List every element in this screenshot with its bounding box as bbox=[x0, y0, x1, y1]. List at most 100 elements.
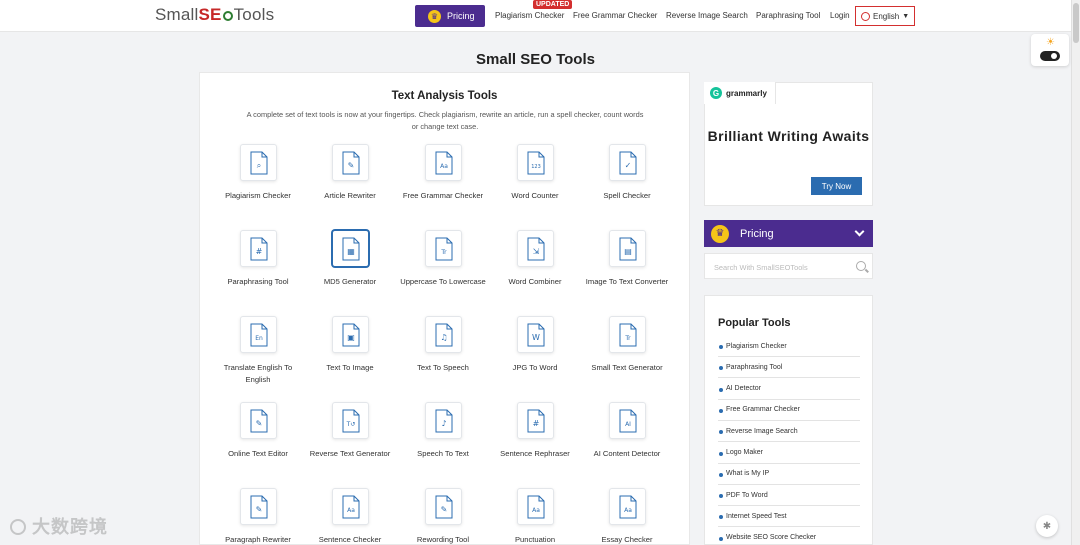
magnifier-icon bbox=[222, 11, 233, 21]
tool-label: AI Content Detector bbox=[593, 449, 661, 458]
pencil-doc-icon[interactable]: ✎ bbox=[331, 144, 369, 181]
grammarly-brand: grammarly bbox=[726, 89, 767, 98]
tool-speech-to-text[interactable]: ♪ Speech To Text bbox=[398, 402, 488, 460]
search-icon[interactable] bbox=[856, 261, 866, 271]
tt-doc-icon[interactable]: Tr bbox=[424, 230, 462, 267]
tool-free-grammar-checker[interactable]: Aa Free Grammar Checker bbox=[398, 144, 488, 202]
popular-tool-item[interactable]: PDF To Word bbox=[718, 485, 860, 507]
jpg-word-icon[interactable]: W bbox=[516, 316, 554, 353]
tool-sentence-checker[interactable]: Aa Sentence Checker bbox=[305, 488, 395, 545]
sun-icon: ☀ bbox=[1046, 37, 1055, 48]
popular-tool-item[interactable]: Website SEO Score Checker bbox=[718, 528, 860, 545]
popular-tool-item[interactable]: Reverse Image Search bbox=[718, 421, 860, 443]
text-image-icon[interactable]: ▣ bbox=[331, 316, 369, 353]
popular-tool-item[interactable]: Logo Maker bbox=[718, 443, 860, 464]
tool-small-text-generator[interactable]: Tr Small Text Generator bbox=[582, 316, 672, 374]
section-description: A complete set of text tools is now at y… bbox=[246, 110, 644, 131]
sidebar-search-input[interactable]: Search With SmallSEOTools bbox=[704, 253, 873, 279]
reverse-text-icon[interactable]: T↺ bbox=[331, 402, 369, 439]
tool-label: Text To Speech bbox=[417, 363, 469, 372]
nav-plagiarism-checker[interactable]: Plagiarism Checker bbox=[495, 11, 564, 20]
nav-free-grammar-checker[interactable]: Free Grammar Checker bbox=[573, 11, 657, 20]
image-text-icon[interactable]: ▤ bbox=[608, 230, 646, 267]
nav-login[interactable]: Login bbox=[830, 11, 850, 20]
tool-uppercase-to-lowercase[interactable]: Tr Uppercase To Lowercase bbox=[398, 230, 488, 288]
translate-icon[interactable]: En bbox=[239, 316, 277, 353]
aa-doc-icon[interactable]: Aa bbox=[331, 488, 369, 525]
popular-tool-item[interactable]: Free Grammar Checker bbox=[718, 400, 860, 421]
bug-report-icon[interactable]: ✱ bbox=[1036, 515, 1058, 537]
tool-translate-english-to-english[interactable]: En Translate English To English bbox=[213, 316, 303, 386]
popular-tool-item[interactable]: Paraphrasing Tool bbox=[718, 357, 860, 379]
popular-tool-item[interactable]: Internet Speed Test bbox=[718, 506, 860, 528]
svg-text:✎: ✎ bbox=[255, 419, 262, 428]
svg-text:✓: ✓ bbox=[624, 161, 631, 170]
tool-spell-checker[interactable]: ✓ Spell Checker bbox=[582, 144, 672, 202]
search-doc-icon[interactable]: ⌕ bbox=[239, 144, 277, 181]
try-now-button[interactable]: Try Now bbox=[811, 177, 862, 195]
qr-icon[interactable]: ▦ bbox=[331, 230, 369, 267]
tool-rewording-tool[interactable]: ✎ Rewording Tool bbox=[398, 488, 488, 545]
vertical-scrollbar[interactable] bbox=[1071, 0, 1080, 545]
editor-icon[interactable]: ✎ bbox=[239, 402, 277, 439]
small-tt-icon[interactable]: Tr bbox=[608, 316, 646, 353]
tool-word-combiner[interactable]: ⇲ Word Combiner bbox=[490, 230, 580, 288]
pricing-button[interactable]: ♛ Pricing bbox=[415, 5, 485, 27]
tool-text-to-image[interactable]: ▣ Text To Image bbox=[305, 316, 395, 374]
sidebar-pricing-dropdown[interactable]: ♛ Pricing bbox=[704, 220, 873, 247]
tool-label: JPG To Word bbox=[512, 363, 558, 372]
scrollbar-thumb[interactable] bbox=[1073, 3, 1079, 43]
tool-label: Small Text Generator bbox=[591, 363, 663, 372]
tool-image-to-text-converter[interactable]: ▤ Image To Text Converter bbox=[582, 230, 672, 288]
watermark-icon bbox=[10, 519, 26, 535]
tool-sentence-rephraser[interactable]: # Sentence Rephraser bbox=[490, 402, 580, 460]
svg-text:⇲: ⇲ bbox=[532, 247, 539, 256]
tool-word-counter[interactable]: 123 Word Counter bbox=[490, 144, 580, 202]
mic-doc-icon[interactable]: ♪ bbox=[424, 402, 462, 439]
check-doc-icon[interactable]: ✓ bbox=[608, 144, 646, 181]
site-logo[interactable]: SmallSE Tools bbox=[155, 5, 274, 25]
combine-icon[interactable]: ⇲ bbox=[516, 230, 554, 267]
tool-label: Reverse Text Generator bbox=[309, 449, 391, 458]
aa-doc-icon[interactable]: Aa bbox=[424, 144, 462, 181]
svg-text:Aa: Aa bbox=[440, 163, 448, 170]
tool-ai-content-detector[interactable]: AI AI Content Detector bbox=[582, 402, 672, 460]
tool-label: Paraphrasing Tool bbox=[227, 277, 289, 286]
svg-text:✎: ✎ bbox=[440, 505, 447, 514]
tool-label: Translate English To English bbox=[223, 363, 293, 384]
tool-reverse-text-generator[interactable]: T↺ Reverse Text Generator bbox=[305, 402, 395, 460]
tool-plagiarism-checker[interactable]: ⌕ Plagiarism Checker bbox=[213, 144, 303, 202]
popular-tool-item[interactable]: What is My IP bbox=[718, 464, 860, 485]
svg-text:✎: ✎ bbox=[347, 161, 354, 170]
svg-text:▤: ▤ bbox=[624, 247, 632, 256]
tool-label: Essay Checker bbox=[601, 535, 653, 544]
speaker-doc-icon[interactable]: ♫ bbox=[424, 316, 462, 353]
tool-paraphrasing-tool[interactable]: # Paraphrasing Tool bbox=[213, 230, 303, 288]
tool-article-rewriter[interactable]: ✎ Article Rewriter bbox=[305, 144, 395, 202]
top-header: SmallSE Tools ♛ Pricing UPDATED Plagiaris… bbox=[0, 0, 1080, 32]
grammarly-ad-tab: G grammarly bbox=[704, 82, 776, 104]
tool-paragraph-rewriter[interactable]: ✎ Paragraph Rewriter bbox=[213, 488, 303, 545]
svg-text:Tr: Tr bbox=[624, 335, 631, 342]
svg-text:⌕: ⌕ bbox=[256, 161, 260, 170]
pencil-doc-icon[interactable]: ✎ bbox=[239, 488, 277, 525]
tool-text-to-speech[interactable]: ♫ Text To Speech bbox=[398, 316, 488, 374]
aa-doc-icon[interactable]: Aa bbox=[516, 488, 554, 525]
tool-online-text-editor[interactable]: ✎ Online Text Editor bbox=[213, 402, 303, 460]
nav-reverse-image-search[interactable]: Reverse Image Search bbox=[666, 11, 748, 20]
ai-chip-icon[interactable]: AI bbox=[608, 402, 646, 439]
updated-badge: UPDATED bbox=[533, 0, 573, 9]
123-doc-icon[interactable]: 123 bbox=[516, 144, 554, 181]
hash-doc-icon[interactable]: # bbox=[239, 230, 277, 267]
tool-punctuation[interactable]: Aa Punctuation bbox=[490, 488, 580, 545]
aa-doc-icon[interactable]: Aa bbox=[608, 488, 646, 525]
nav-paraphrasing-tool[interactable]: Paraphrasing Tool bbox=[756, 11, 820, 20]
tool-md5-generator[interactable]: ▦ MD5 Generator bbox=[305, 230, 395, 288]
pencil-doc-icon[interactable]: ✎ bbox=[424, 488, 462, 525]
tool-essay-checker[interactable]: Aa Essay Checker bbox=[582, 488, 672, 545]
popular-tool-item[interactable]: AI Detector bbox=[718, 379, 860, 400]
hash-doc-icon[interactable]: # bbox=[516, 402, 554, 439]
language-selector[interactable]: English ▼ bbox=[855, 6, 915, 26]
tool-jpg-to-word[interactable]: W JPG To Word bbox=[490, 316, 580, 374]
popular-tool-item[interactable]: Plagiarism Checker bbox=[718, 336, 860, 357]
